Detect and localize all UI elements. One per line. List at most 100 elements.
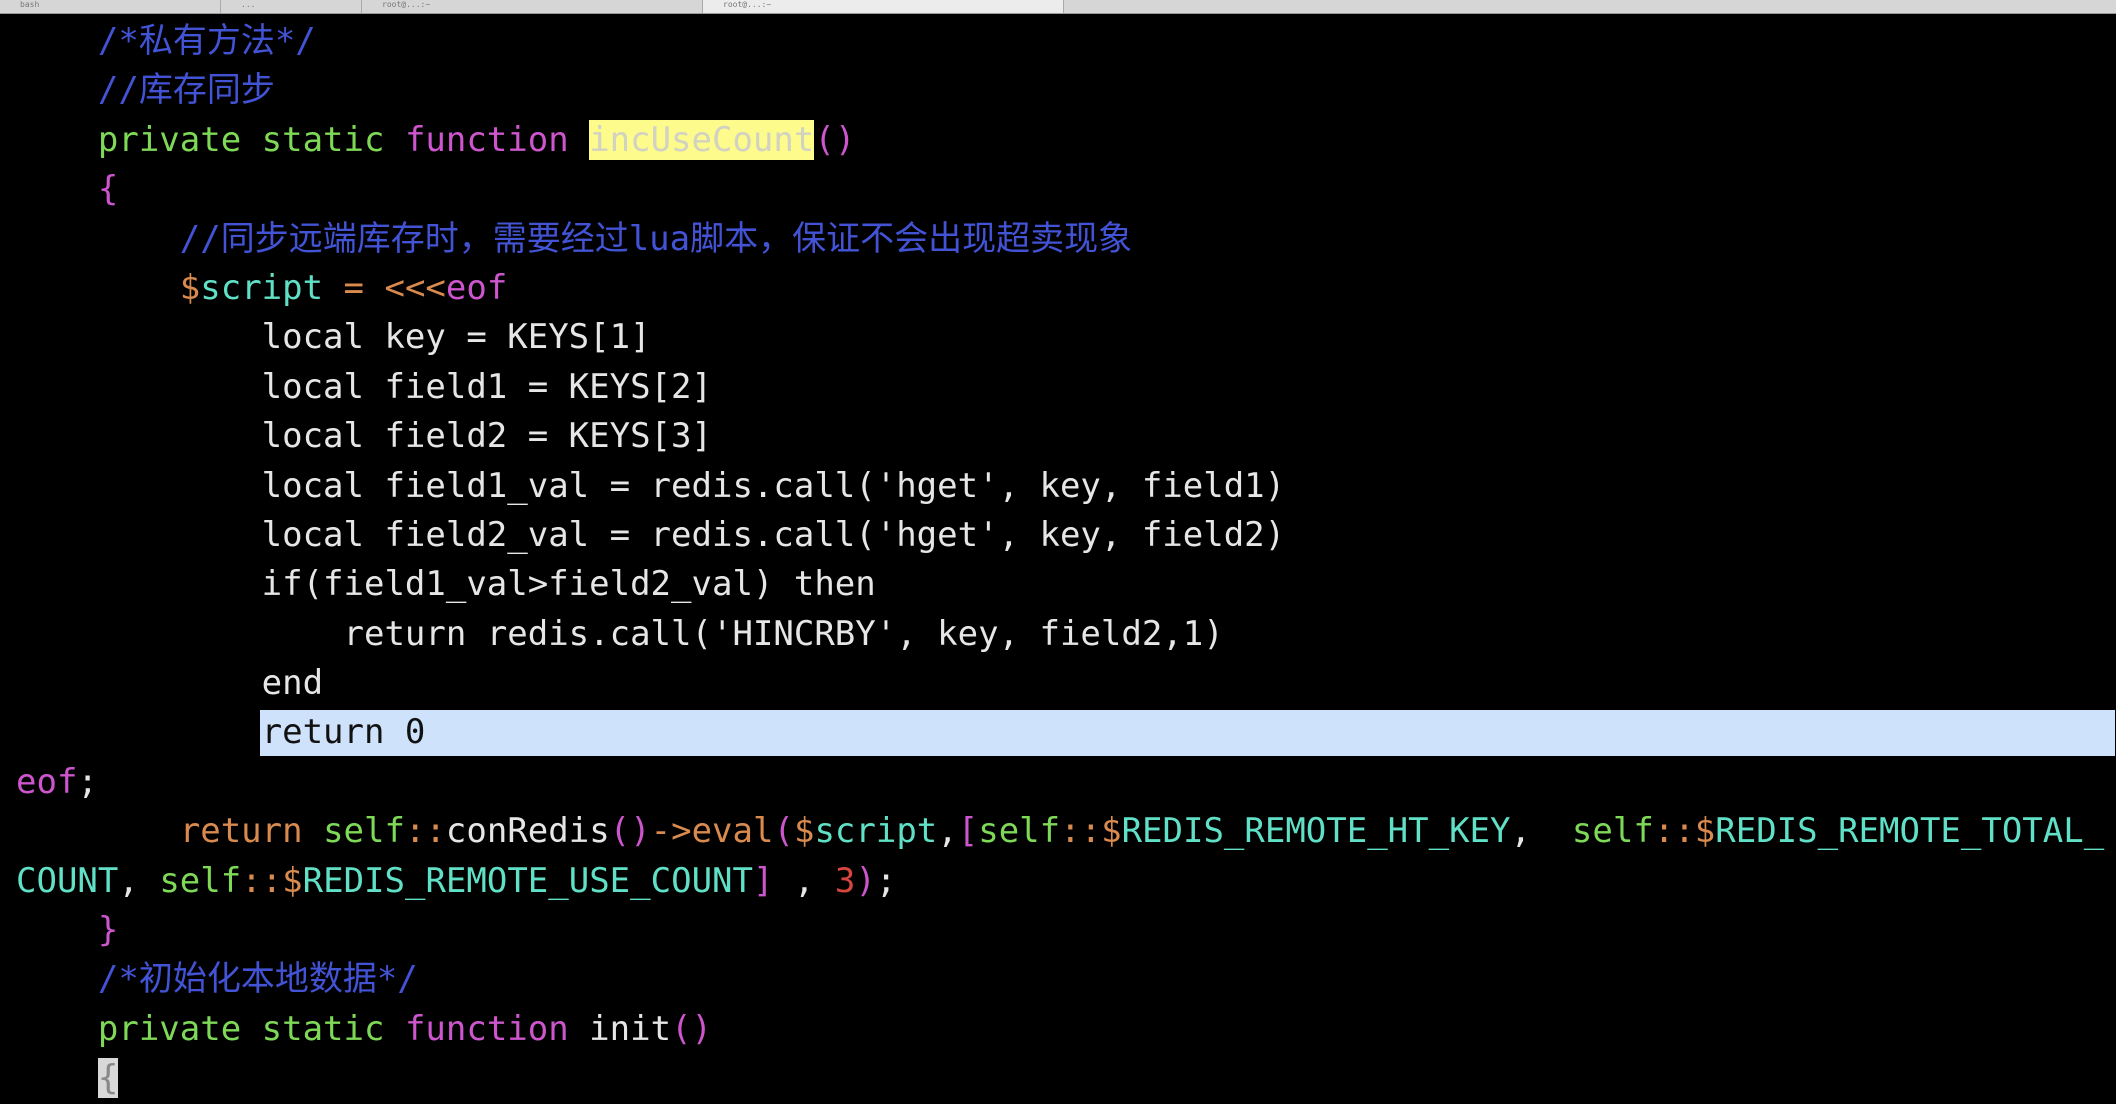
code-editor[interactable]: /*私有方法*/ //库存同步 private static function … [16, 17, 2116, 1104]
code-token: self [323, 811, 405, 852]
code-token: return 0 [261, 712, 426, 753]
code-token: self [159, 860, 242, 901]
code-token: = <<< [323, 267, 446, 308]
code-token: () [609, 811, 651, 852]
code-line[interactable]: if(field1_val>field2_val) then [16, 560, 2116, 609]
code-token: if(field1_val>field2_val) then [16, 564, 876, 605]
code-line[interactable]: /*私有方法*/ [16, 17, 2116, 66]
terminal-tab[interactable]: ... [221, 0, 362, 13]
code-token: eof [445, 267, 508, 308]
code-token: self [1571, 811, 1654, 852]
code-token: , [773, 860, 835, 901]
code-line[interactable]: end [16, 659, 2116, 708]
code-token: eval [691, 811, 774, 852]
code-token: local field2 = KEYS[3] [16, 416, 712, 457]
code-token: COUNT [16, 860, 119, 901]
text-cursor: { [97, 1058, 119, 1099]
code-token: end [16, 663, 324, 704]
code-token: () [814, 119, 856, 160]
code-line[interactable]: eof; [16, 758, 2116, 807]
code-token: ; [875, 860, 897, 901]
code-token: script [200, 267, 324, 308]
code-token: local field2_val = redis.call('hget', ke… [16, 514, 1286, 555]
code-token: { [97, 169, 119, 210]
code-token: script [814, 811, 938, 852]
code-line[interactable]: //同步远端库存时，需要经过lua脚本，保证不会出现超卖现象 [16, 215, 2116, 264]
code-token: //库存同步 [97, 70, 275, 111]
code-token: REDIS_REMOTE_HT_KEY [1121, 811, 1511, 852]
code-token: return redis.call('HINCRBY', key, field2… [16, 613, 1224, 654]
code-token: , [1510, 811, 1572, 852]
code-token: /*初始化本地数据*/ [97, 959, 418, 1000]
code-token: local key = KEYS[1] [16, 317, 651, 358]
code-line[interactable]: { [16, 1054, 2116, 1103]
code-token: private static [97, 1008, 405, 1049]
code-token: , [118, 860, 160, 901]
selection-highlight [260, 710, 2115, 757]
code-token: /*私有方法*/ [97, 21, 316, 61]
code-token: ; [77, 761, 98, 802]
code-line[interactable]: local field1 = KEYS[2] [16, 363, 2116, 412]
code-token: () [671, 1008, 713, 1049]
code-token: , [937, 811, 958, 852]
code-token: local field1 = KEYS[2] [16, 366, 712, 407]
code-token: $ [1694, 811, 1716, 852]
code-token: self [978, 811, 1061, 852]
code-token: function [404, 119, 590, 160]
code-line[interactable]: local field2 = KEYS[3] [16, 412, 2116, 461]
code-token: :: [241, 860, 283, 901]
code-line[interactable]: private static function incUseCount() [16, 116, 2116, 165]
code-token: return [179, 811, 324, 852]
code-token: ( [773, 811, 794, 852]
code-token: [ [957, 811, 979, 852]
terminal-tab-bar: bash ... root@...:~ root@...:~ [0, 0, 2116, 14]
terminal-tab-active[interactable]: root@...:~ [703, 0, 1064, 13]
code-line[interactable]: return self::conRedis()->eval($script,[s… [16, 807, 2116, 856]
code-line[interactable]: /*初始化本地数据*/ [16, 955, 2116, 1004]
code-line[interactable]: } [16, 906, 2116, 955]
code-token: conRedis [445, 811, 610, 852]
code-line[interactable]: return 0 [16, 708, 2116, 757]
code-token: ) [855, 860, 876, 901]
code-token: } [97, 910, 119, 951]
code-token: REDIS_REMOTE_USE_COUNT [302, 860, 753, 901]
code-token: $ [1101, 811, 1122, 852]
code-token: $ [179, 267, 201, 308]
code-line[interactable]: //库存同步 [16, 66, 2116, 115]
code-line[interactable]: private static function init() [16, 1005, 2116, 1054]
code-token: $ [793, 811, 815, 852]
code-token: ] [752, 860, 774, 901]
code-token: function [404, 1008, 590, 1049]
code-line[interactable]: return redis.call('HINCRBY', key, field2… [16, 610, 2116, 659]
code-token: :: [1653, 811, 1695, 852]
code-token: :: [404, 811, 446, 852]
code-line[interactable]: local field1_val = redis.call('hget', ke… [16, 462, 2116, 511]
code-line[interactable]: $script = <<<eof [16, 264, 2116, 313]
code-token: local field1_val = redis.call('hget', ke… [16, 465, 1286, 506]
code-token: REDIS_REMOTE_TOTAL_ [1715, 811, 2105, 852]
code-token: :: [1060, 811, 1102, 852]
code-line[interactable]: { [16, 165, 2116, 214]
code-token: $ [282, 860, 303, 901]
code-token: init [589, 1008, 672, 1049]
terminal-tab[interactable]: bash [0, 0, 221, 13]
code-token: 3 [834, 860, 856, 901]
code-token: private static [97, 119, 405, 160]
code-line[interactable]: COUNT, self::$REDIS_REMOTE_USE_COUNT] , … [16, 857, 2116, 906]
code-line[interactable]: local key = KEYS[1] [16, 313, 2116, 362]
code-token: eof [16, 761, 78, 802]
code-token: //同步远端库存时，需要经过lua脚本，保证不会出现超卖现象 [179, 218, 1133, 259]
code-line[interactable]: local field2_val = redis.call('hget', ke… [16, 511, 2116, 560]
code-token: -> [650, 811, 692, 852]
terminal-tab[interactable]: root@...:~ [362, 0, 703, 13]
